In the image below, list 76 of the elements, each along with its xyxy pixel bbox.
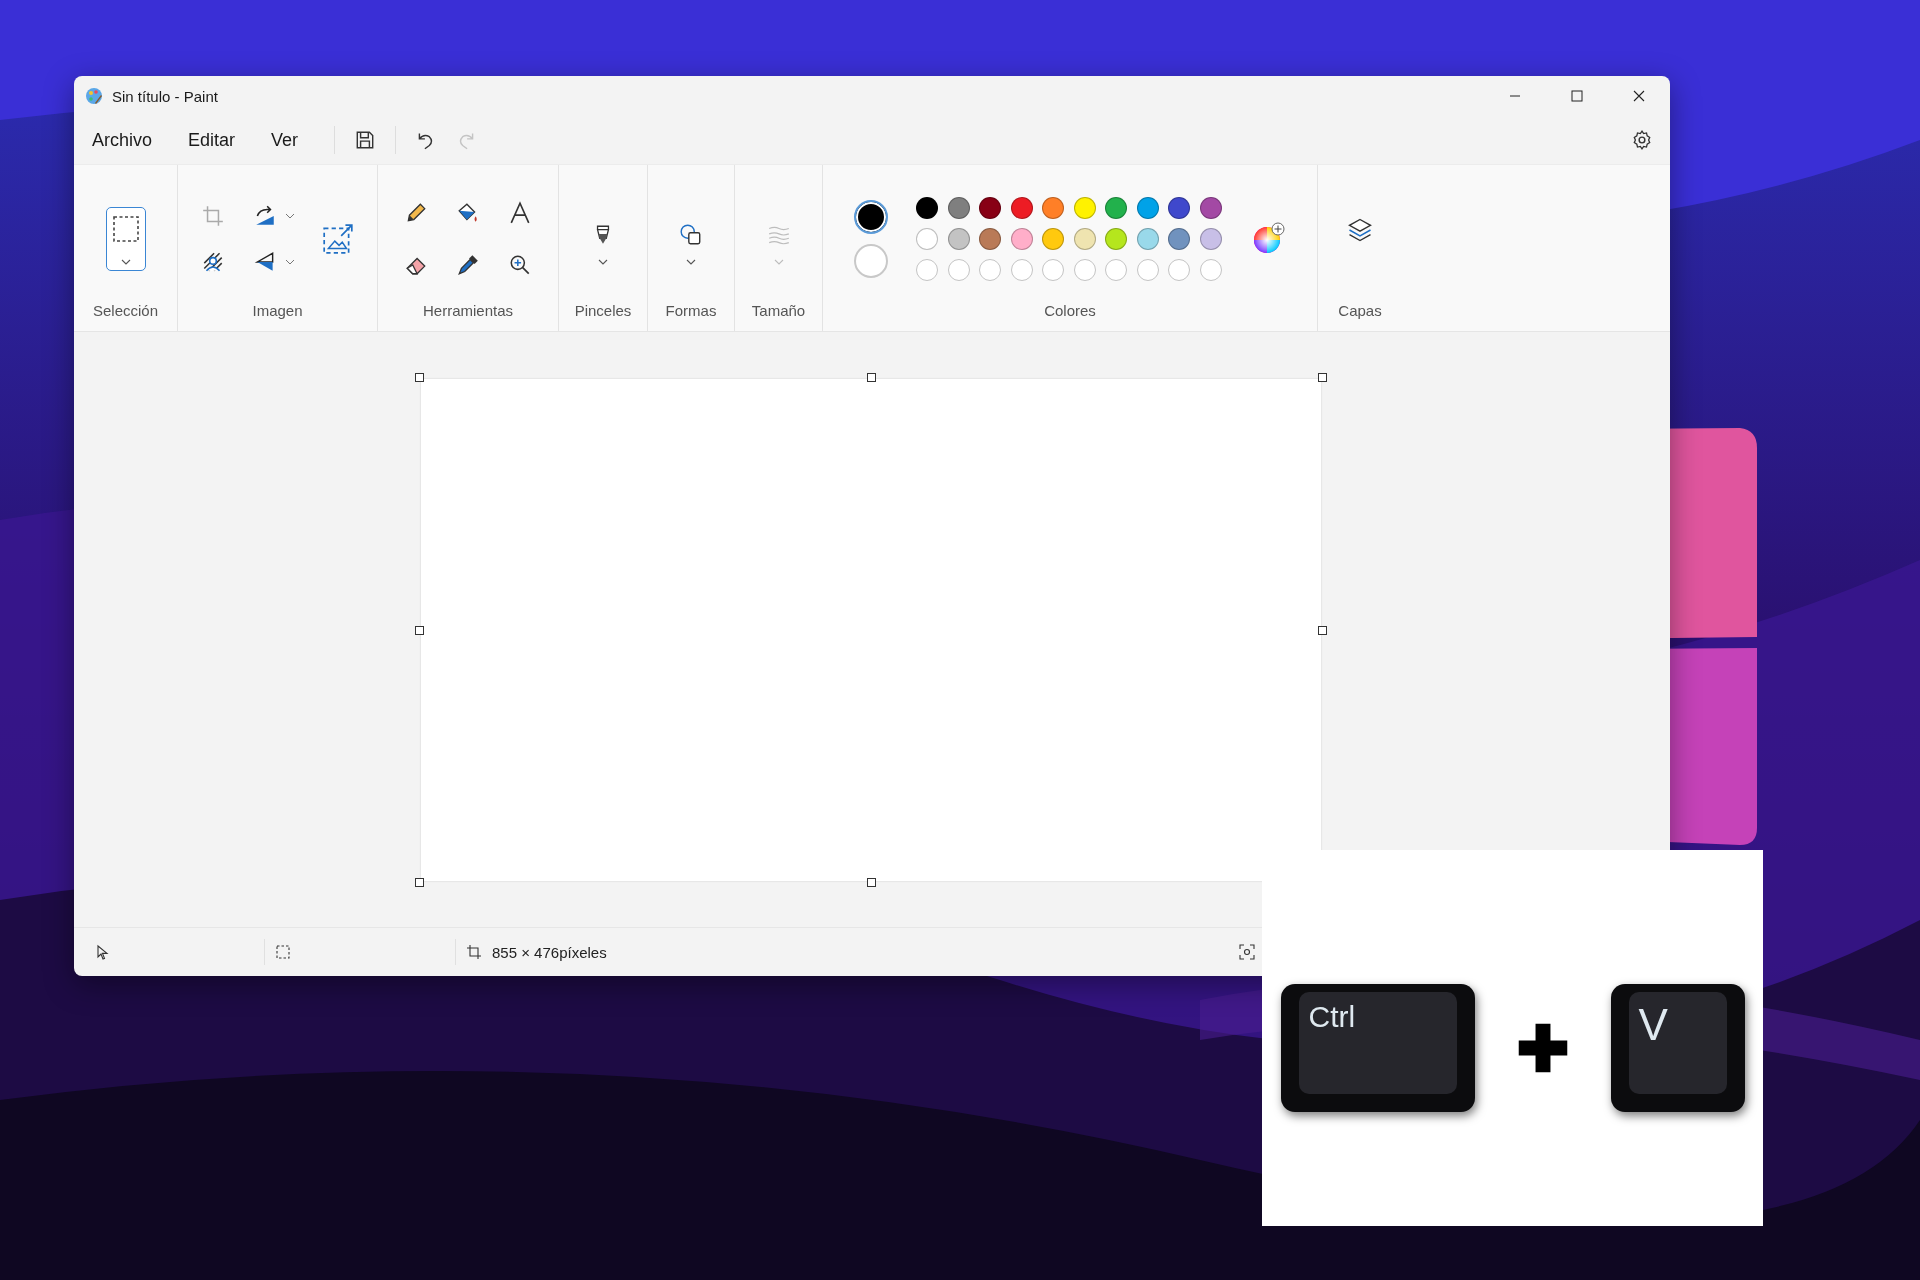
resize-handle[interactable] [415, 626, 424, 635]
empty-color-slot[interactable] [947, 258, 970, 281]
group-label: Imagen [252, 302, 303, 319]
caret-icon [773, 258, 784, 265]
shapes-icon [679, 222, 703, 247]
menu-item[interactable]: Ver [261, 123, 317, 157]
empty-color-slot[interactable] [1042, 258, 1065, 281]
color-swatch[interactable] [1199, 227, 1222, 250]
empty-color-slot[interactable] [1199, 258, 1222, 281]
color-swatch[interactable] [1042, 196, 1065, 219]
color-swatch[interactable] [916, 196, 939, 219]
resize-handle[interactable] [1318, 626, 1327, 635]
empty-color-slot[interactable] [1136, 258, 1159, 281]
color-swatch[interactable] [1010, 227, 1033, 250]
settings-icon [1631, 129, 1653, 151]
caret-icon[interactable] [284, 258, 295, 265]
empty-color-slot[interactable] [916, 258, 939, 281]
close-icon [1631, 88, 1647, 104]
active-color[interactable] [854, 199, 889, 234]
color-picker-icon[interactable] [456, 252, 480, 277]
window-title: Sin título - Paint [112, 87, 218, 105]
empty-color-slot[interactable] [1168, 258, 1191, 281]
fit-to-window-icon[interactable] [1239, 944, 1255, 960]
color-swatch[interactable] [1042, 227, 1065, 250]
caret-icon [120, 258, 131, 265]
color-swatch[interactable] [979, 196, 1002, 219]
resize-handle[interactable] [867, 373, 876, 382]
color-swatch[interactable] [1105, 227, 1128, 250]
group-label: Selección [92, 302, 158, 319]
minimize-icon [1510, 95, 1520, 97]
color-swatch[interactable] [947, 196, 970, 219]
group-label: Herramientas [423, 302, 513, 319]
selection-icon [110, 213, 141, 244]
color-swatch[interactable] [947, 227, 970, 250]
group-label: Tamaño [751, 302, 806, 319]
group-label: Capas [1338, 302, 1382, 319]
color-swatch[interactable] [1073, 196, 1096, 219]
maximize-icon [1569, 88, 1585, 104]
caret-icon [686, 258, 696, 265]
palette-icon [84, 86, 104, 106]
color-swatch[interactable] [1105, 196, 1128, 219]
empty-color-slot[interactable] [1105, 258, 1128, 281]
color-swatch[interactable] [916, 227, 939, 250]
color-swatch[interactable] [979, 227, 1002, 250]
color-swatch[interactable] [1199, 196, 1222, 219]
resize-handle[interactable] [1318, 373, 1327, 382]
menu-item[interactable]: Editar [178, 123, 254, 157]
color-swatch[interactable] [1136, 196, 1159, 219]
key-label: V [1638, 1000, 1668, 1049]
color-swatch[interactable] [1168, 227, 1191, 250]
color-swatch[interactable] [1073, 227, 1096, 250]
group-label: Pinceles [574, 302, 632, 319]
group-label: Colores [1044, 302, 1096, 319]
empty-color-slot[interactable] [1010, 258, 1033, 281]
caret-icon [598, 258, 608, 265]
active-color[interactable] [854, 243, 889, 278]
canvas-size: 855 × 476píxeles [492, 943, 607, 961]
resize-handle[interactable] [867, 878, 876, 887]
color-swatch[interactable] [1010, 196, 1033, 219]
selection-icon [275, 944, 291, 960]
menu-item[interactable]: Archivo [82, 123, 171, 157]
resize-handle[interactable] [415, 878, 424, 887]
pointer-icon [94, 944, 110, 960]
selection-button[interactable] [105, 206, 146, 271]
empty-color-slot[interactable] [979, 258, 1002, 281]
key-label: Ctrl [1308, 1000, 1356, 1033]
color-swatch[interactable] [1136, 227, 1159, 250]
color-swatch[interactable] [1168, 196, 1191, 219]
resize-handle[interactable] [415, 373, 424, 382]
caret-icon[interactable] [284, 212, 295, 219]
resize-image-icon[interactable] [320, 221, 355, 256]
color-wheel-icon[interactable] [1251, 221, 1286, 256]
canvas-size-icon [466, 944, 482, 960]
empty-color-slot[interactable] [1073, 258, 1096, 281]
text-tool-icon[interactable] [508, 200, 532, 225]
group-label: Formas [665, 302, 717, 319]
